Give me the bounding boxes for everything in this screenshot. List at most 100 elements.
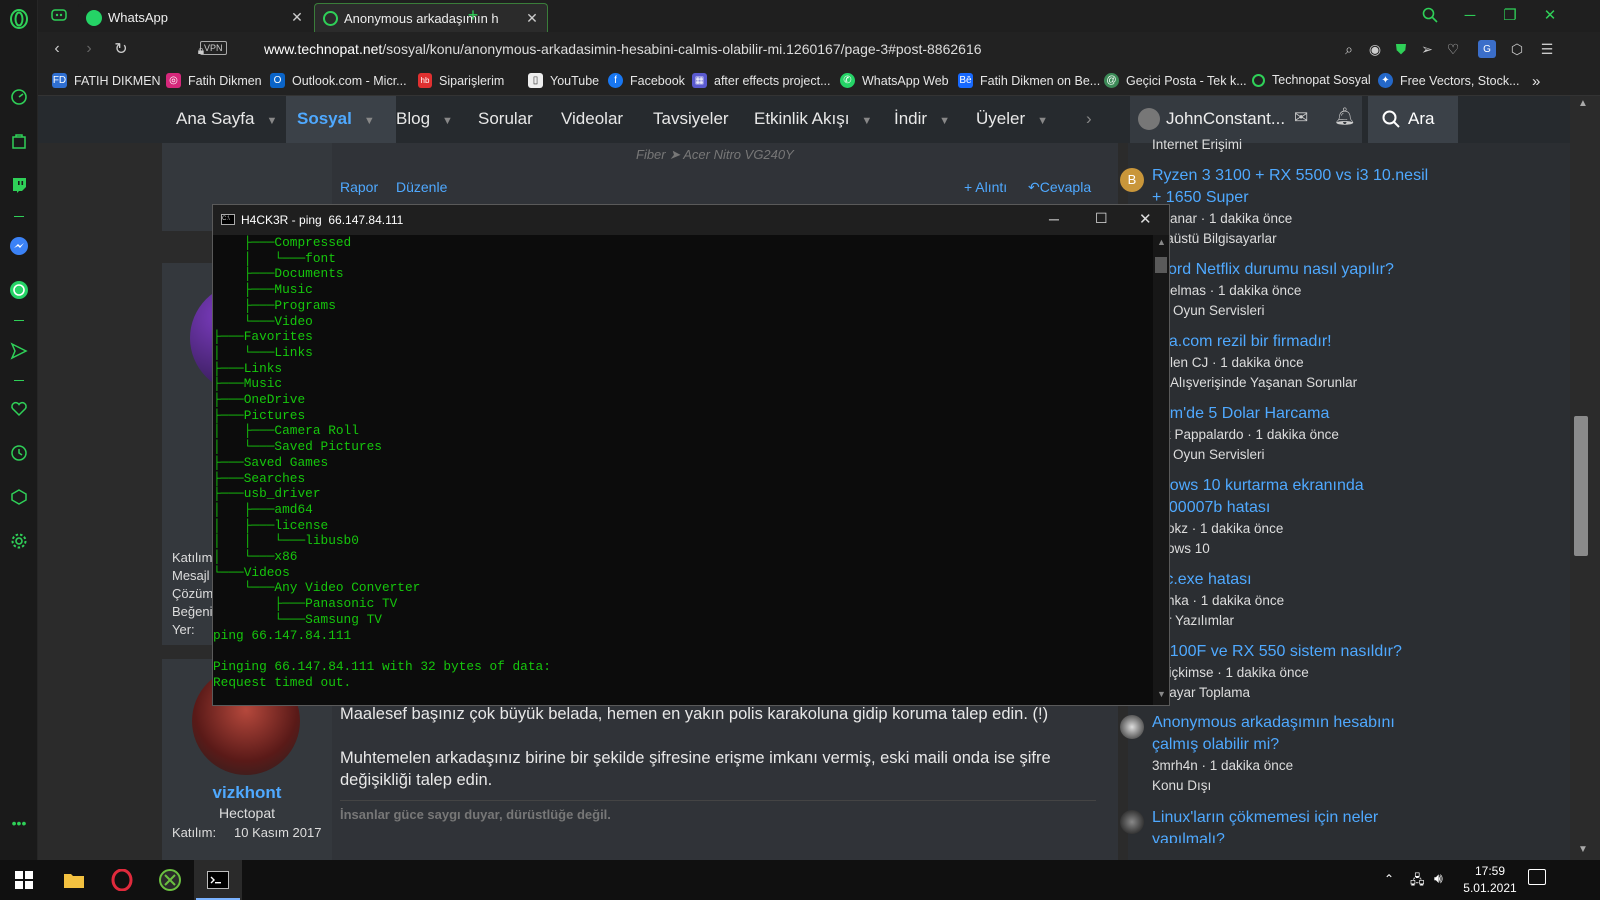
bell-icon[interactable]: 🔔︎ xyxy=(1334,107,1356,127)
chevron-down-icon[interactable]: ▼ xyxy=(861,115,872,127)
nav-sorular[interactable]: Sorular xyxy=(478,109,533,129)
clock-time[interactable]: 17:59 xyxy=(1460,864,1520,878)
settings-gear-icon[interactable] xyxy=(8,530,30,552)
scroll-up-icon[interactable]: ▲ xyxy=(1157,237,1166,247)
clock-date[interactable]: 5.01.2021 xyxy=(1458,881,1522,895)
restore-icon[interactable]: ❐ xyxy=(1490,0,1530,30)
thread-title[interactable]: Linux'ların çökmemesi için neler xyxy=(1152,807,1378,829)
volume-icon[interactable]: 🔊︎ xyxy=(1434,870,1443,887)
chevron-down-icon[interactable]: ▼ xyxy=(1037,115,1048,127)
scrollbar-thumb[interactable] xyxy=(1574,416,1588,556)
author-name[interactable]: vizkhont xyxy=(162,783,332,803)
thread-title[interactable]: Ryzen 3 3100 + RX 5500 vs i3 10.nesil xyxy=(1152,165,1428,187)
cmd-taskbar-icon[interactable] xyxy=(194,860,242,900)
camera-icon[interactable]: ◉ xyxy=(1366,40,1384,58)
xbox-taskbar-icon[interactable] xyxy=(146,860,194,900)
scroll-down-icon[interactable]: ▼ xyxy=(1157,689,1166,699)
scroll-down-icon[interactable]: ▼ xyxy=(1578,844,1588,855)
url-field[interactable]: www.technopat.net/sosyal/konu/anonymous-… xyxy=(264,41,982,57)
thread-subforum[interactable]: asaüstü Bilgisayarlar xyxy=(1152,231,1277,246)
thread-title[interactable]: ndows 10 kurtarma ekranında xyxy=(1152,475,1364,497)
nav-sosyal[interactable]: Sosyal ▼ xyxy=(297,109,375,129)
user-menu[interactable]: JohnConstant... ✉ 🔔︎ xyxy=(1130,96,1362,143)
nav-ana-sayfa[interactable]: Ana Sayfa ▼ xyxy=(176,109,277,129)
page-scrollbar[interactable]: ▲ ▼ xyxy=(1570,96,1600,860)
history-icon[interactable] xyxy=(8,442,30,464)
flow-send-icon[interactable]: ➢ xyxy=(1418,40,1436,58)
thread-title[interactable]: eam'de 5 Dolar Harcama xyxy=(1152,403,1329,425)
cmd-minimize-icon[interactable]: ─ xyxy=(1049,211,1059,227)
thread-title[interactable]: çalmış olabilir mi? xyxy=(1152,734,1279,756)
tray-chevron-icon[interactable]: ⌃ xyxy=(1384,872,1394,886)
windows-start-icon[interactable] xyxy=(0,860,48,900)
tab-menu-icon[interactable] xyxy=(42,0,76,30)
tab-technopat[interactable]: Anonymous arkadaşımın h ✕ xyxy=(314,3,548,32)
more-options-icon[interactable]: ••• xyxy=(8,812,30,834)
nav-indir[interactable]: İndir ▼ xyxy=(894,109,950,129)
nav-uyeler[interactable]: Üyeler ▼ xyxy=(976,109,1048,129)
easy-setup-icon[interactable]: ☰ xyxy=(1538,40,1556,58)
search-button[interactable]: Ara xyxy=(1368,96,1458,143)
forward-icon[interactable]: › xyxy=(78,38,100,60)
cmd-close-icon[interactable]: ✕ xyxy=(1139,210,1152,228)
opera-taskbar-icon[interactable] xyxy=(98,860,146,900)
nav-etkinlik-akisi[interactable]: Etkinlik Akışı ▼ xyxy=(754,109,872,129)
cmd-output[interactable]: ├───Compressed │ └───font ├───Documents … xyxy=(213,235,1153,705)
scroll-up-icon[interactable]: ▲ xyxy=(1578,98,1588,109)
nav-tavsiyeler[interactable]: Tavsiyeler xyxy=(653,109,729,129)
thread-subforum[interactable]: eb Alışverişinde Yaşanan Sorunlar xyxy=(1152,375,1357,390)
inbox-icon[interactable]: ✉ xyxy=(1294,108,1308,128)
file-explorer-icon[interactable] xyxy=(50,860,98,900)
whatsapp-icon[interactable] xyxy=(8,279,30,301)
bookmark-item[interactable]: ▯ YouTube xyxy=(528,73,599,88)
close-tab-icon[interactable]: ✕ xyxy=(290,9,304,26)
thread-subforum[interactable]: Internet Erişimi xyxy=(1152,137,1242,152)
extensions-icon[interactable] xyxy=(8,486,30,508)
cmd-scrollbar[interactable]: ▲ ▼ xyxy=(1153,235,1169,705)
close-window-icon[interactable]: ✕ xyxy=(1530,0,1570,30)
bookmark-item[interactable]: ✦ Free Vectors, Stock... xyxy=(1378,73,1520,88)
send-icon[interactable] xyxy=(8,340,30,362)
thread-title[interactable]: 10100F ve RX 550 sistem nasıldır? xyxy=(1152,641,1402,663)
nav-scroll-right-icon[interactable]: › xyxy=(1086,109,1092,129)
lock-icon[interactable]: 🔒︎ xyxy=(190,39,212,61)
bookmark-item[interactable]: hb Siparişlerim xyxy=(418,73,504,88)
twitch-icon[interactable] xyxy=(8,174,30,196)
chevron-down-icon[interactable]: ▼ xyxy=(442,115,453,127)
thread-subforum[interactable]: Konu Dışı xyxy=(1152,778,1211,793)
reply-link[interactable]: ↶Cevapla xyxy=(1028,179,1091,196)
report-link[interactable]: Rapor xyxy=(340,179,378,195)
bookmark-item[interactable]: ▦ after effects project... xyxy=(692,73,831,88)
more-bookmarks-icon[interactable]: » xyxy=(1532,73,1540,90)
bookmark-item[interactable]: Bē Fatih Dikmen on Be... xyxy=(958,73,1100,88)
thread-title[interactable]: scord Netflix durumu nasıl yapılır? xyxy=(1152,259,1394,281)
quote-link[interactable]: + Alıntı xyxy=(964,179,1007,195)
minimize-icon[interactable]: ─ xyxy=(1450,0,1490,30)
nav-blog[interactable]: Blog ▼ xyxy=(396,109,453,129)
chevron-down-icon[interactable]: ▼ xyxy=(266,115,277,127)
extension-cube-icon[interactable]: ⬡ xyxy=(1508,40,1526,58)
translate-icon[interactable]: G xyxy=(1478,40,1496,58)
thread-title[interactable]: Anonymous arkadaşımın hesabını xyxy=(1152,712,1395,734)
zoom-icon[interactable]: ⌕ xyxy=(1340,40,1358,58)
adblock-shield-icon[interactable]: ⛊ xyxy=(1392,40,1410,58)
network-icon[interactable]: 🖧︎ xyxy=(1410,871,1425,893)
bookmark-item[interactable]: Technopat Sosyal xyxy=(1252,73,1371,87)
cmd-window[interactable]: C:\ H4CK3R - ping 66.147.84.111 ─ ☐ ✕ ├─… xyxy=(212,204,1170,706)
cmd-scrollbar-thumb[interactable] xyxy=(1155,257,1167,273)
nav-videolar[interactable]: Videolar xyxy=(561,109,623,129)
bookmark-item[interactable]: ✆ WhatsApp Web xyxy=(840,73,949,88)
back-icon[interactable]: ‹ xyxy=(46,38,68,60)
bag-icon[interactable] xyxy=(8,130,30,152)
bookmark-item[interactable]: FD FATIH DIKMEN xyxy=(52,73,161,88)
bookmark-item[interactable]: f Facebook xyxy=(608,73,685,88)
new-tab-plus-icon[interactable]: + xyxy=(458,0,488,30)
thread-title[interactable]: yapılmalı? xyxy=(1152,829,1225,843)
reload-icon[interactable]: ↻ xyxy=(110,38,132,60)
opera-logo-icon[interactable] xyxy=(8,8,30,30)
heart-icon[interactable] xyxy=(8,398,30,420)
tab-whatsapp[interactable]: WhatsApp ✕ xyxy=(78,3,312,32)
cmd-titlebar[interactable]: C:\ H4CK3R - ping 66.147.84.111 ─ ☐ ✕ xyxy=(213,205,1169,235)
bookmark-heart-icon[interactable]: ♡ xyxy=(1444,40,1462,58)
bookmark-item[interactable]: ◎ Fatih Dikmen xyxy=(166,73,262,88)
